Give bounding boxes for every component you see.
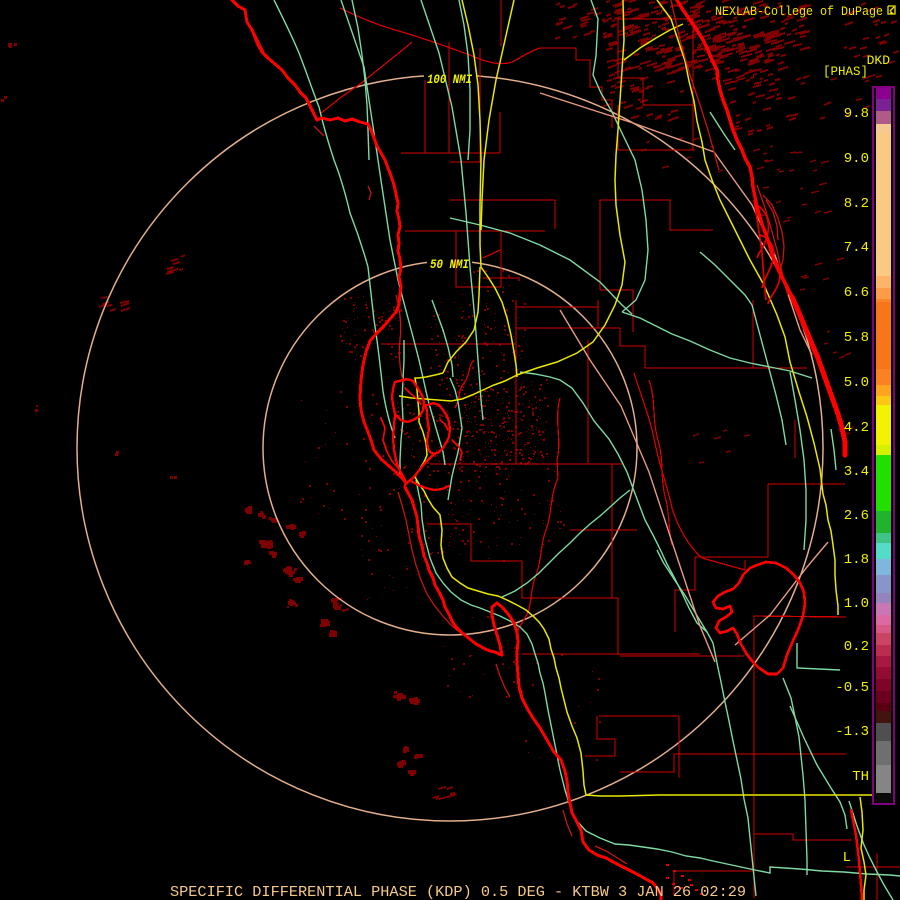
svg-text:0.2: 0.2 (844, 639, 869, 655)
svg-text:[PHAS]: [PHAS] (823, 65, 868, 79)
svg-text:1.0: 1.0 (844, 596, 869, 612)
svg-text:5.8: 5.8 (844, 330, 869, 346)
svg-text:4.2: 4.2 (844, 420, 869, 436)
svg-text:7.4: 7.4 (844, 240, 869, 256)
svg-text:2.6: 2.6 (844, 508, 869, 524)
svg-text:6.6: 6.6 (844, 285, 869, 301)
svg-text:9.0: 9.0 (844, 151, 869, 167)
svg-text:5.0: 5.0 (844, 375, 869, 391)
svg-text:-0.5: -0.5 (835, 680, 869, 696)
svg-text:50 NMI: 50 NMI (430, 258, 469, 272)
svg-text:3.4: 3.4 (844, 464, 869, 480)
svg-text:NEXLAB-College of DuPage: NEXLAB-College of DuPage (715, 5, 883, 19)
svg-text:-1.3: -1.3 (835, 724, 869, 740)
svg-text:100 NMI: 100 NMI (427, 73, 472, 87)
svg-text:DKD: DKD (867, 53, 891, 68)
svg-text:L: L (843, 850, 851, 866)
svg-text:SPECIFIC DIFFERENTIAL PHASE (K: SPECIFIC DIFFERENTIAL PHASE (KDP) 0.5 DE… (170, 883, 746, 900)
svg-text:TH: TH (852, 769, 869, 785)
svg-text:1.8: 1.8 (844, 552, 869, 568)
svg-text:8.2: 8.2 (844, 196, 869, 212)
svg-text:9.8: 9.8 (844, 106, 869, 122)
